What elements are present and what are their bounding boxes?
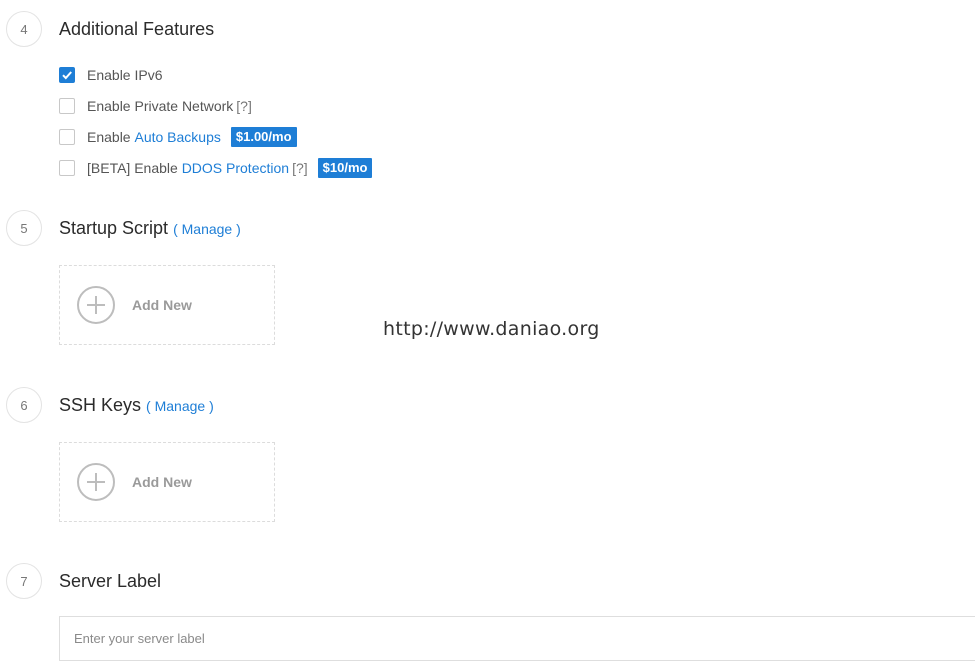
ipv6-label: Enable IPv6 — [87, 67, 163, 83]
auto-backups-prefix: Enable — [87, 129, 135, 145]
check-icon — [62, 71, 72, 80]
startup-script-add-label: Add New — [132, 297, 192, 313]
startup-script-manage-link[interactable]: ( Manage ) — [173, 221, 241, 237]
plus-circle-icon — [77, 463, 115, 501]
auto-backups-link[interactable]: Auto Backups — [134, 129, 220, 145]
ssh-keys-title: SSH Keys — [59, 395, 142, 415]
ipv6-checkbox[interactable] — [59, 67, 75, 83]
private-network-help[interactable]: [?] — [236, 98, 252, 114]
startup-script-title-row: Startup Script ( Manage ) — [59, 218, 241, 239]
auto-backups-checkbox[interactable] — [59, 129, 75, 145]
step-number-6: 6 — [6, 387, 42, 423]
step-number-5: 5 — [6, 210, 42, 246]
option-ddos-protection[interactable]: [BETA] Enable DDOS Protection [?] $10/mo — [59, 158, 373, 178]
option-enable-ipv6[interactable]: Enable IPv6 — [59, 65, 163, 85]
ddos-link[interactable]: DDOS Protection — [182, 160, 289, 176]
ddos-help[interactable]: [?] — [292, 160, 308, 176]
server-label-input[interactable] — [59, 616, 975, 661]
startup-script-add-new-button[interactable]: Add New — [59, 265, 275, 345]
step-number-7: 7 — [6, 563, 42, 599]
option-auto-backups[interactable]: Enable Auto Backups $1.00/mo — [59, 127, 297, 147]
ddos-prefix: [BETA] Enable — [87, 160, 182, 176]
ssh-keys-manage-link[interactable]: ( Manage ) — [146, 398, 214, 414]
ssh-keys-add-label: Add New — [132, 474, 192, 490]
private-network-checkbox[interactable] — [59, 98, 75, 114]
private-network-label: Enable Private Network — [87, 98, 234, 114]
server-config-page: 4 Additional Features Enable IPv6 Enable… — [0, 0, 975, 662]
startup-script-title: Startup Script — [59, 218, 169, 238]
option-private-network[interactable]: Enable Private Network [?] — [59, 96, 252, 116]
server-label-title: Server Label — [59, 571, 162, 591]
ssh-keys-add-new-button[interactable]: Add New — [59, 442, 275, 522]
watermark-url: http://www.daniao.org — [383, 318, 600, 340]
ddos-checkbox[interactable] — [59, 160, 75, 176]
plus-circle-icon — [77, 286, 115, 324]
additional-features-title: Additional Features — [59, 19, 215, 39]
ssh-keys-title-row: SSH Keys ( Manage ) — [59, 395, 214, 416]
auto-backups-price-badge: $1.00/mo — [230, 127, 297, 147]
ddos-price-badge: $10/mo — [317, 158, 373, 178]
step-number-4: 4 — [6, 11, 42, 47]
